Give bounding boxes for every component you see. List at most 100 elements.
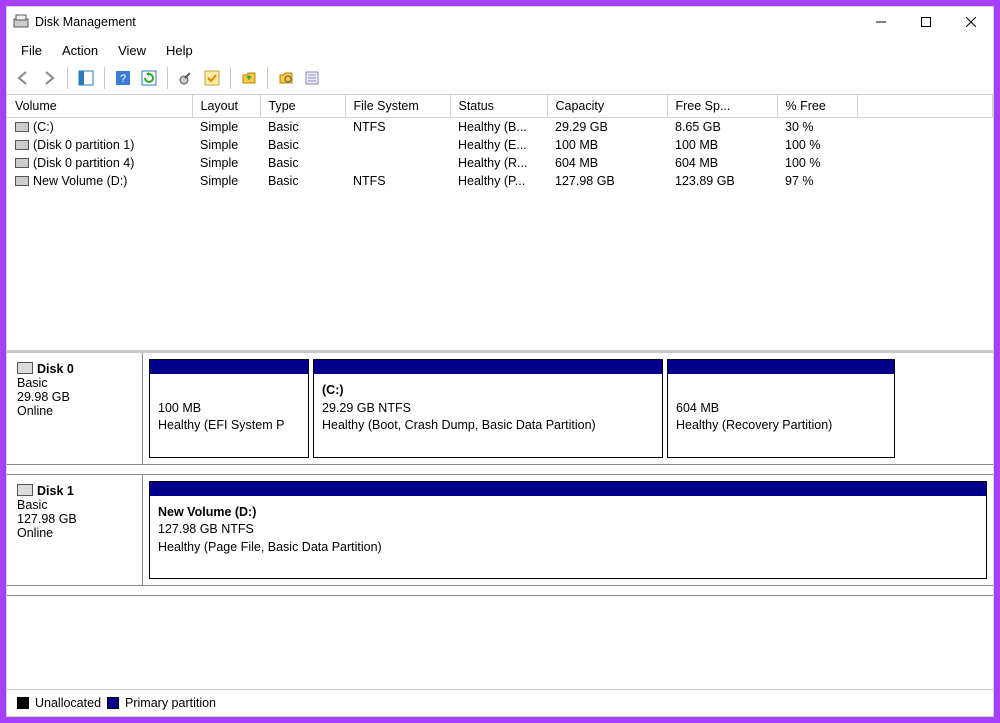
disk-icon [17, 484, 33, 496]
back-button[interactable] [11, 66, 35, 90]
disk-name: Disk 1 [37, 484, 74, 498]
properties-button[interactable] [300, 66, 324, 90]
volume-pct: 100 % [777, 154, 857, 172]
folder-up-button[interactable] [237, 66, 261, 90]
window-controls [858, 7, 993, 37]
volume-pct: 30 % [777, 118, 857, 137]
show-hide-tree-button[interactable] [74, 66, 98, 90]
partition-header [150, 482, 986, 496]
col-type[interactable]: Type [260, 95, 345, 118]
disk-info[interactable]: Disk 1Basic127.98 GBOnline [7, 475, 143, 586]
volume-free: 100 MB [667, 136, 777, 154]
folder-search-button[interactable] [274, 66, 298, 90]
col-layout[interactable]: Layout [192, 95, 260, 118]
drive-icon [15, 158, 29, 168]
col-volume[interactable]: Volume [7, 95, 192, 118]
volume-name: (Disk 0 partition 1) [33, 138, 134, 152]
menu-help[interactable]: Help [158, 41, 201, 60]
volume-layout: Simple [192, 118, 260, 137]
primary-swatch [107, 697, 119, 709]
volume-layout: Simple [192, 136, 260, 154]
disk-row: Disk 0Basic29.98 GBOnline 100 MBHealthy … [7, 353, 993, 465]
unallocated-swatch [17, 697, 29, 709]
partition-header [314, 360, 662, 374]
table-row[interactable]: (C:) SimpleBasicNTFSHealthy (B...29.29 GB… [7, 118, 993, 137]
toolbar: ? [7, 64, 993, 95]
volume-layout: Simple [192, 154, 260, 172]
disk-size: 127.98 GB [17, 512, 132, 526]
partition[interactable]: 604 MBHealthy (Recovery Partition) [667, 359, 895, 458]
table-row[interactable]: New Volume (D:)SimpleBasicNTFSHealthy (P… [7, 172, 993, 190]
close-button[interactable] [948, 7, 993, 37]
partition-size: 604 MB [676, 400, 886, 418]
disk-row: Disk 1Basic127.98 GBOnlineNew Volume (D:… [7, 475, 993, 587]
volume-name: New Volume (D:) [33, 174, 127, 188]
volume-capacity: 127.98 GB [547, 172, 667, 190]
volume-name: (Disk 0 partition 4) [33, 156, 134, 170]
legend-unallocated-label: Unallocated [35, 696, 101, 710]
partition[interactable]: 100 MBHealthy (EFI System P [149, 359, 309, 458]
partition-title: (C:) [322, 382, 654, 400]
partition-status: Healthy (Page File, Basic Data Partition… [158, 539, 978, 557]
disk-info[interactable]: Disk 0Basic29.98 GBOnline [7, 353, 143, 464]
volume-fs [345, 136, 450, 154]
refresh-button[interactable] [137, 66, 161, 90]
menu-view[interactable]: View [110, 41, 154, 60]
table-row[interactable]: (Disk 0 partition 1) SimpleBasic Healthy (… [7, 136, 993, 154]
volume-status: Healthy (R... [450, 154, 547, 172]
menubar: File Action View Help [7, 37, 993, 64]
help-button[interactable]: ? [111, 66, 135, 90]
col-pctfree[interactable]: % Free [777, 95, 857, 118]
window-title: Disk Management [35, 15, 858, 29]
disk-status: Online [17, 404, 132, 418]
volume-type: Basic [260, 136, 345, 154]
volume-pct: 97 % [777, 172, 857, 190]
volume-free: 123.89 GB [667, 172, 777, 190]
col-filesystem[interactable]: File System [345, 95, 450, 118]
partition[interactable]: (C:)29.29 GB NTFSHealthy (Boot, Crash Du… [313, 359, 663, 458]
app-icon [13, 14, 29, 30]
apply-button[interactable] [200, 66, 224, 90]
partition[interactable]: New Volume (D:)127.98 GB NTFSHealthy (Pa… [149, 481, 987, 580]
maximize-button[interactable] [903, 7, 948, 37]
volume-free: 8.65 GB [667, 118, 777, 137]
partition-status: Healthy (Recovery Partition) [676, 417, 886, 435]
toolbar-separator [67, 67, 68, 89]
col-free[interactable]: Free Sp... [667, 95, 777, 118]
partition-status: Healthy (EFI System P [158, 417, 300, 435]
col-status[interactable]: Status [450, 95, 547, 118]
volume-fs: NTFS [345, 172, 450, 190]
settings-button[interactable] [174, 66, 198, 90]
volume-fs: NTFS [345, 118, 450, 137]
volume-capacity: 29.29 GB [547, 118, 667, 137]
disk-partitions: 100 MBHealthy (EFI System P(C:)29.29 GB … [143, 353, 993, 464]
volume-type: Basic [260, 118, 345, 137]
svg-text:?: ? [120, 73, 126, 85]
titlebar: Disk Management [7, 7, 993, 37]
col-spacer [857, 95, 993, 118]
volume-capacity: 100 MB [547, 136, 667, 154]
volume-pct: 100 % [777, 136, 857, 154]
volume-free: 604 MB [667, 154, 777, 172]
minimize-button[interactable] [858, 7, 903, 37]
col-capacity[interactable]: Capacity [547, 95, 667, 118]
volume-fs [345, 154, 450, 172]
disk-type: Basic [17, 376, 132, 390]
volume-status: Healthy (B... [450, 118, 547, 137]
menu-action[interactable]: Action [54, 41, 106, 60]
disk-icon [17, 362, 33, 374]
volume-list[interactable]: Volume Layout Type File System Status Ca… [7, 95, 993, 352]
partition-size: 29.29 GB NTFS [322, 400, 654, 418]
menu-file[interactable]: File [13, 41, 50, 60]
forward-button[interactable] [37, 66, 61, 90]
toolbar-separator [167, 67, 168, 89]
partition-size: 127.98 GB NTFS [158, 521, 978, 539]
column-header-row: Volume Layout Type File System Status Ca… [7, 95, 993, 118]
disk-management-window: Disk Management File Action View Help ? [6, 6, 994, 717]
disk-size: 29.98 GB [17, 390, 132, 404]
volume-status: Healthy (E... [450, 136, 547, 154]
partition-title: New Volume (D:) [158, 504, 978, 522]
table-row[interactable]: (Disk 0 partition 4)SimpleBasicHealthy (… [7, 154, 993, 172]
toolbar-separator [230, 67, 231, 89]
volume-name: (C:) [33, 120, 54, 134]
